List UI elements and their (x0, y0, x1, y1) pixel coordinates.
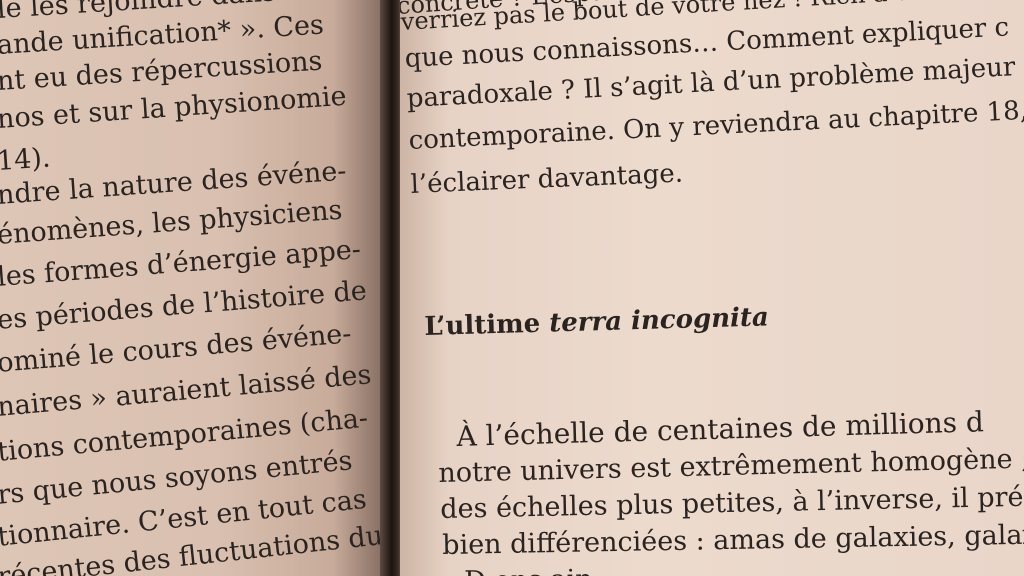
section-heading-plain: L’ultime (424, 308, 550, 342)
left-text-line: 14). (0, 142, 52, 177)
section-heading-italic: terra incognita (548, 302, 770, 339)
right-text-line: l’éclairer davantage. (410, 158, 684, 200)
body-text-line: des échelles plus petites, à l’inverse, … (440, 481, 1024, 525)
section-heading: L’ultime terra incognita (424, 302, 769, 342)
body-text-line: bien différenciées : amas de galaxies, g… (442, 519, 1024, 561)
right-book-page: concrète ? L’espace verriez pas le bout … (400, 0, 1024, 576)
left-book-page: le les rejoindre dans une ande unificati… (0, 0, 392, 576)
body-text-line: D ons ain (464, 564, 593, 576)
